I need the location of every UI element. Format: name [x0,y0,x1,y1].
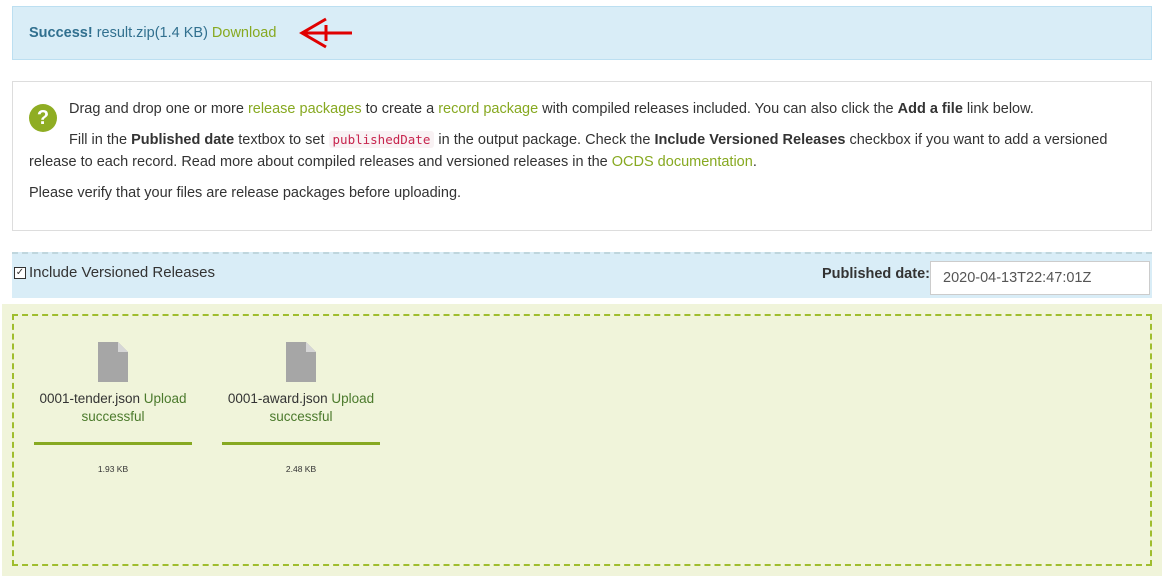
file-icon [286,342,316,382]
published-date-input[interactable] [930,261,1150,295]
result-file-info: result.zip(1.4 KB) [96,25,208,41]
file-dropzone[interactable]: 0001-tender.json Upload successful 1.93 … [2,304,1162,576]
dropzone-border: 0001-tender.json Upload successful 1.93 … [12,314,1152,566]
release-packages-link[interactable]: release packages [248,101,362,117]
help-panel: ? Drag and drop one or more release pack… [12,81,1152,231]
file-name-status: 0001-award.json Upload successful [222,390,380,426]
options-bar: ✓ Include Versioned Releases Published d… [12,252,1152,298]
include-versioned-releases-checkbox[interactable]: ✓ [14,266,26,279]
published-date-code: publishedDate [328,131,435,148]
file-name: 0001-award.json [227,391,328,406]
red-arrow-annotation-icon [299,17,352,49]
upload-progress-bar [34,442,192,445]
upload-progress-bar [222,442,380,445]
include-versioned-releases-option[interactable]: ✓ Include Versioned Releases [14,264,215,281]
include-versioned-releases-label: Include Versioned Releases [29,264,215,281]
file-icon [98,342,128,382]
help-paragraph-2: Fill in the Published date textbox to se… [29,131,1108,170]
file-item: 0001-tender.json Upload successful 1.93 … [34,336,192,478]
file-name-status: 0001-tender.json Upload successful [34,390,192,426]
file-size: 1.93 KB [97,464,129,474]
file-name: 0001-tender.json [39,391,141,406]
file-item: 0001-award.json Upload successful 2.48 K… [222,336,380,478]
download-link[interactable]: Download [212,25,277,41]
help-paragraph-3: Please verify that your files are releas… [29,185,462,201]
record-package-link[interactable]: record package [438,101,538,117]
question-icon: ? [29,104,57,132]
success-label: Success! [29,25,93,41]
ocds-documentation-link[interactable]: OCDS documentation [612,154,753,170]
help-paragraph-1: Drag and drop one or more release packag… [69,101,1034,117]
published-date-label: Published date: [822,266,930,282]
file-size: 2.48 KB [285,464,317,474]
success-alert: Success! result.zip(1.4 KB) Download [12,6,1152,60]
